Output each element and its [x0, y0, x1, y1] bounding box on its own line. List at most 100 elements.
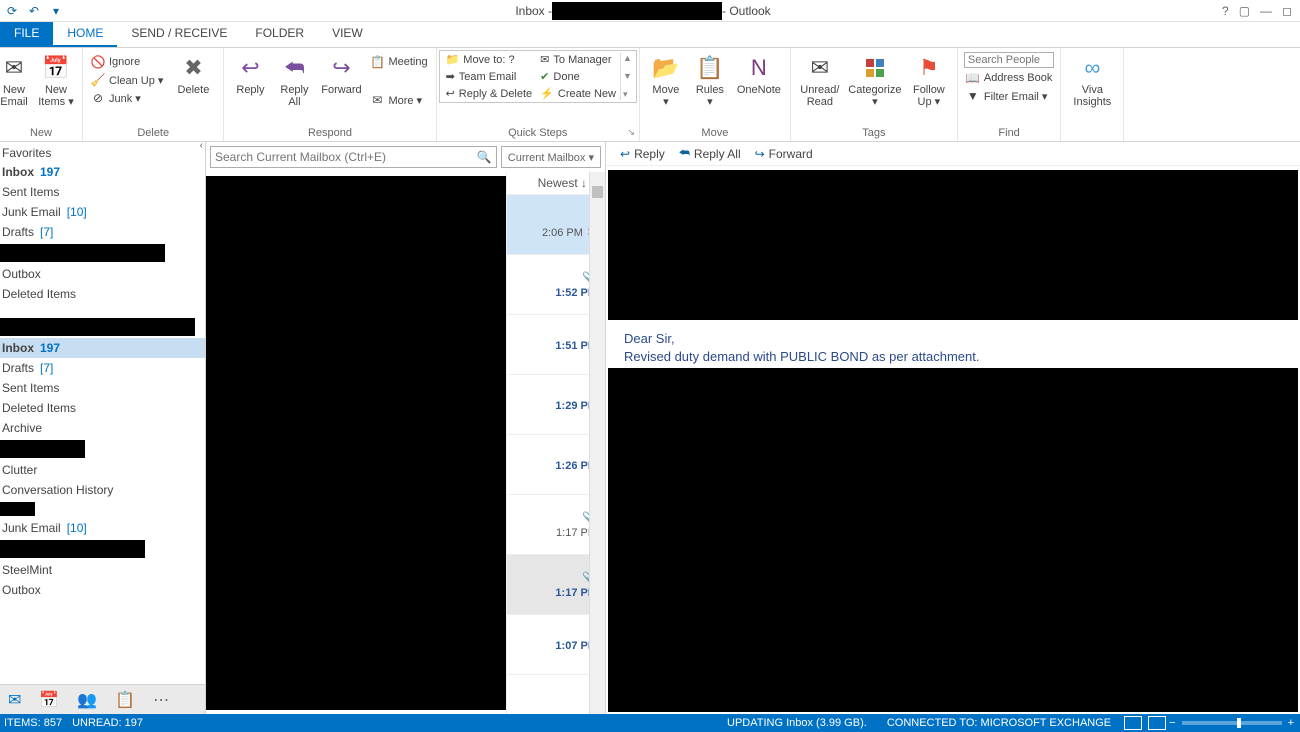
search-mailbox-input[interactable]: [215, 150, 477, 164]
folder-pane: ‹ Favorites Inbox 197Sent ItemsJunk Emai…: [0, 142, 206, 714]
qs-to-manager[interactable]: ✉To Manager: [540, 53, 616, 66]
folder-item[interactable]: Deleted Items: [0, 398, 205, 418]
onenote-button[interactable]: N OneNote: [734, 50, 784, 96]
status-unread: UNREAD: 197: [62, 717, 153, 729]
nav-calendar-icon[interactable]: 📅: [39, 690, 59, 710]
folder-item[interactable]: Sent Items: [0, 378, 205, 398]
followup-button[interactable]: ⚑ Follow Up ▾: [907, 50, 951, 108]
folder-item[interactable]: Inbox 197: [0, 338, 205, 358]
new-items-button[interactable]: 📅 New Items ▾: [36, 50, 76, 108]
view-reading-icon[interactable]: [1148, 716, 1166, 730]
junk-button[interactable]: ⊘Junk ▾: [89, 90, 165, 106]
nav-people-icon[interactable]: 👥: [77, 690, 97, 710]
forward-button[interactable]: ↪ Forward: [318, 50, 364, 96]
ignore-button[interactable]: 🚫Ignore: [89, 54, 165, 70]
search-scope-dropdown[interactable]: Current Mailbox ▾: [501, 146, 601, 168]
meeting-button[interactable]: 📋Meeting: [368, 54, 429, 70]
list-scrollbar[interactable]: [589, 172, 605, 714]
tab-send-receive[interactable]: SEND / RECEIVE: [117, 22, 241, 47]
forward-icon: ↪: [755, 147, 765, 161]
categorize-button[interactable]: Categorize ▾: [847, 50, 903, 108]
ribbon-options-icon[interactable]: ▢: [1239, 4, 1250, 18]
qs-reply-delete[interactable]: ↩Reply & Delete: [446, 87, 533, 100]
view-normal-icon[interactable]: [1124, 716, 1142, 730]
qs-create-new[interactable]: ⚡Create New: [540, 87, 616, 100]
zoom-slider[interactable]: [1182, 721, 1282, 725]
folder-item[interactable]: Drafts [7]: [0, 222, 205, 242]
qat-send-receive-icon[interactable]: ⟳: [4, 3, 20, 19]
redacted-account-header: [0, 318, 195, 336]
qs-down-icon[interactable]: ▼: [623, 71, 632, 81]
folder-item[interactable]: Clutter: [0, 460, 205, 480]
reply-all-button[interactable]: ⮪ Reply All: [274, 50, 314, 108]
redacted-message-list: [206, 176, 506, 710]
cleanup-button[interactable]: 🧹Clean Up ▾: [89, 72, 165, 88]
reply-all-icon: ⮪: [280, 54, 308, 82]
maximize-icon[interactable]: ◻: [1282, 4, 1292, 18]
reading-reply-all-button[interactable]: ⮪Reply All: [679, 146, 741, 161]
folder-item[interactable]: Deleted Items: [0, 284, 205, 304]
group-move: 📂 Move ▾ 📋 Rules ▾ N OneNote Move: [640, 48, 791, 141]
qat-customize-icon[interactable]: ▾: [48, 3, 64, 19]
zoom-out-icon[interactable]: −: [1169, 717, 1175, 729]
tab-view[interactable]: VIEW: [318, 22, 377, 47]
folder-item[interactable]: Drafts [7]: [0, 358, 205, 378]
reply-button[interactable]: ↩ Reply: [230, 50, 270, 96]
folder-icon: 📁: [446, 53, 460, 66]
unread-read-button[interactable]: ✉ Unread/ Read: [797, 50, 843, 108]
folder-item[interactable]: Junk Email [10]: [0, 518, 205, 538]
group-new: ✉ New Email 📅 New Items ▾ New: [0, 48, 83, 141]
body-line-1: Dear Sir,: [624, 330, 1300, 348]
zoom-in-icon[interactable]: +: [1288, 717, 1300, 729]
more-respond-button[interactable]: ✉More ▾: [368, 92, 429, 108]
reading-reply-button[interactable]: ↩Reply: [620, 147, 665, 161]
qs-move-to[interactable]: 📁Move to: ?: [446, 53, 533, 66]
search-people-input[interactable]: [964, 52, 1054, 68]
qs-done[interactable]: ✔Done: [540, 70, 616, 83]
group-quicksteps: 📁Move to: ? ➡Team Email ↩Reply & Delete …: [437, 48, 640, 141]
nav-tasks-icon[interactable]: 📋: [115, 690, 135, 710]
envelope-icon: ✉: [0, 54, 28, 82]
qs-up-icon[interactable]: ▲: [623, 53, 632, 63]
meeting-icon: 📋: [370, 55, 384, 69]
nav-mail-icon[interactable]: ✉: [8, 690, 21, 710]
search-icon[interactable]: 🔍: [477, 150, 492, 164]
folder-item[interactable]: Conversation History: [0, 480, 205, 500]
viva-icon: ∞: [1078, 54, 1106, 82]
move-button[interactable]: 📂 Move ▾: [646, 50, 686, 108]
qs-expand-icon[interactable]: ▾: [623, 89, 632, 100]
filter-email-button[interactable]: ▼Filter Email ▾: [964, 88, 1054, 104]
folder-item[interactable]: Outbox: [0, 264, 205, 284]
folder-item[interactable]: Archive: [0, 418, 205, 438]
favorites-header[interactable]: Favorites: [0, 142, 205, 162]
viva-insights-button[interactable]: ∞ Viva Insights: [1067, 50, 1117, 108]
qs-launcher-icon[interactable]: ↘: [627, 127, 635, 138]
address-book-button[interactable]: 📖Address Book: [964, 70, 1054, 86]
folder-item[interactable]: Inbox 197: [0, 162, 205, 182]
collapse-folder-pane-icon[interactable]: ‹: [200, 140, 203, 151]
folder-item[interactable]: Junk Email [10]: [0, 202, 205, 222]
group-label-quicksteps: Quick Steps: [508, 127, 567, 139]
new-email-button[interactable]: ✉ New Email: [0, 50, 32, 108]
search-mailbox-box[interactable]: 🔍: [210, 146, 497, 168]
main-area: ‹ Favorites Inbox 197Sent ItemsJunk Emai…: [0, 142, 1300, 714]
more-icon: ✉: [370, 93, 384, 107]
group-delete: 🚫Ignore 🧹Clean Up ▾ ⊘Junk ▾ ✖ Delete Del…: [83, 48, 224, 141]
folder-item[interactable]: SteelMint: [0, 560, 205, 580]
nav-more-icon[interactable]: ⋯: [153, 690, 169, 710]
folder-item[interactable]: Sent Items: [0, 182, 205, 202]
body-line-2: Revised duty demand with PUBLIC BOND as …: [624, 348, 1300, 366]
tab-folder[interactable]: FOLDER: [241, 22, 318, 47]
reading-forward-button[interactable]: ↪Forward: [755, 147, 813, 161]
rules-button[interactable]: 📋 Rules ▾: [690, 50, 730, 108]
nav-bar: ✉ 📅 👥 📋 ⋯: [0, 684, 205, 714]
minimize-icon[interactable]: —: [1260, 4, 1272, 18]
qat-undo-icon[interactable]: ↶: [26, 3, 42, 19]
redacted-message-header: [608, 170, 1298, 320]
tab-home[interactable]: HOME: [53, 22, 117, 47]
folder-item[interactable]: Outbox: [0, 580, 205, 600]
tab-file[interactable]: FILE: [0, 22, 53, 47]
qs-team-email[interactable]: ➡Team Email: [446, 70, 533, 83]
help-icon[interactable]: ?: [1222, 4, 1229, 18]
delete-button[interactable]: ✖ Delete: [169, 50, 217, 96]
